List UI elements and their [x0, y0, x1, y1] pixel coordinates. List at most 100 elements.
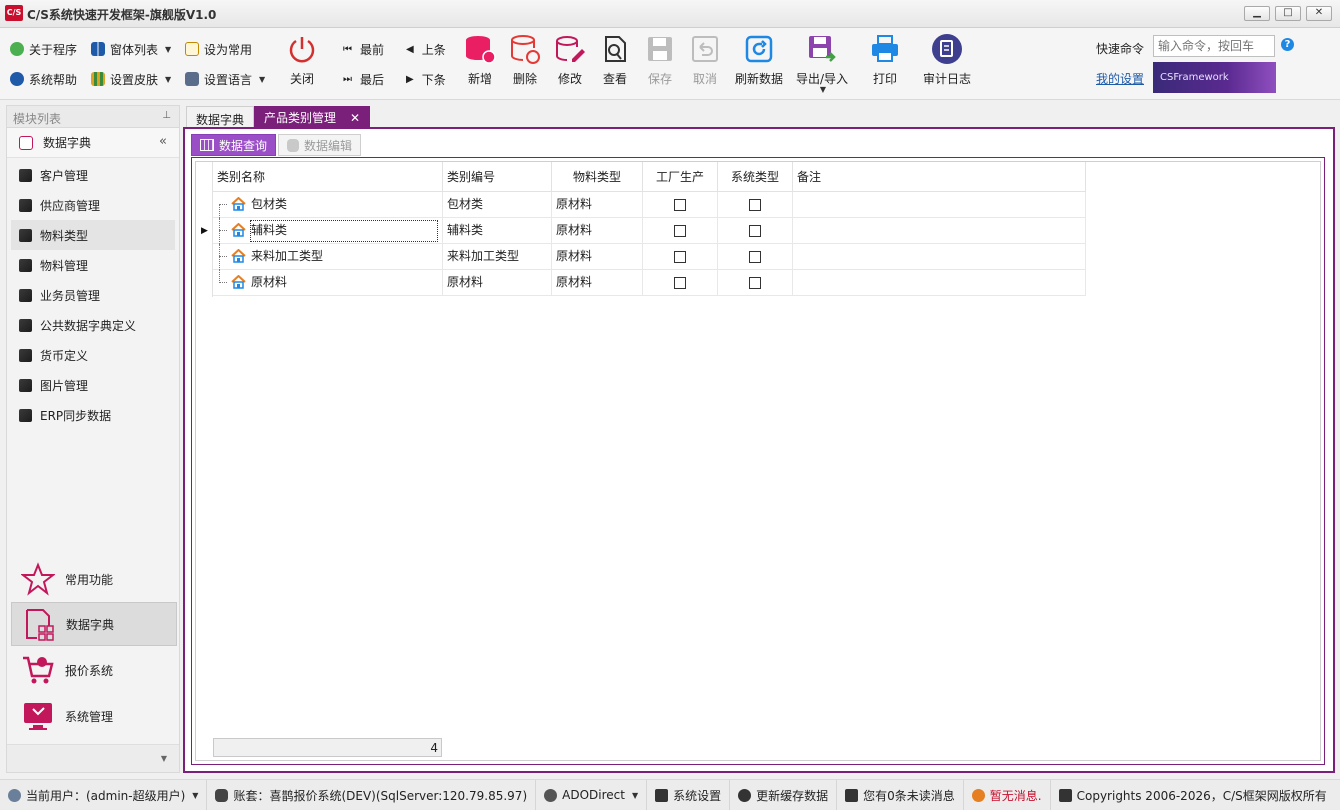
nav-common-functions[interactable]: 常用功能 [11, 557, 177, 601]
last-record-button[interactable]: ⏭ 最后 [343, 69, 384, 89]
cell-factory[interactable] [643, 244, 718, 270]
sidebar-item-public-dictionary[interactable]: 公共数据字典定义 [7, 310, 179, 340]
my-settings-link[interactable]: 我的设置 [1096, 70, 1144, 87]
tab-data-edit[interactable]: 数据编辑 [278, 134, 362, 156]
cell-remark[interactable] [793, 192, 1086, 218]
nav-label: 系统管理 [65, 709, 114, 724]
cell-remark[interactable] [793, 270, 1086, 296]
cell-system-type[interactable] [718, 270, 793, 296]
status-system-settings[interactable]: 系统设置 [647, 779, 731, 810]
sidebar-item-erp-sync[interactable]: ERP同步数据 [7, 400, 179, 430]
prev-record-button[interactable]: ◀ 上条 [406, 39, 446, 59]
table-row[interactable]: 辅料类 辅料类 原材料 [213, 218, 1086, 244]
cell-material-type[interactable]: 原材料 [552, 244, 643, 270]
status-unread-messages[interactable]: 您有0条未读消息 [837, 779, 964, 810]
close-window-button[interactable]: ✕ [1306, 6, 1332, 21]
sidebar-item-currency[interactable]: 货币定义 [7, 340, 179, 370]
close-button[interactable]: 关闭 [274, 30, 330, 92]
status-update-cache[interactable]: 更新缓存数据 [730, 779, 838, 810]
export-import-button[interactable]: 导出/导入 ▼ [792, 30, 852, 94]
collapse-icon[interactable]: « [159, 134, 167, 149]
cancel-button[interactable]: 取消 [677, 30, 733, 92]
column-header-factory[interactable]: 工厂生产 [643, 162, 718, 192]
status-current-user[interactable]: 当前用户：(admin-超级用户) ▼ [0, 779, 208, 810]
factory-checkbox[interactable] [674, 276, 686, 289]
column-header-code[interactable]: 类别编号 [443, 162, 552, 192]
set-language-button[interactable]: 设置语言 ▼ [185, 69, 265, 89]
next-record-button[interactable]: ▶ 下条 [406, 69, 446, 89]
system-type-checkbox[interactable] [749, 198, 761, 211]
tab-data-query[interactable]: 数据查询 [191, 134, 277, 156]
factory-checkbox[interactable] [674, 250, 686, 263]
cell-code[interactable]: 来料加工类型 [443, 244, 552, 270]
sidebar-item-suppliers[interactable]: 供应商管理 [7, 190, 179, 220]
nav-system-management[interactable]: 系统管理 [11, 694, 177, 738]
sidebar-item-salespeople[interactable]: 业务员管理 [7, 280, 179, 310]
system-help-button[interactable]: 系统帮助 [10, 69, 77, 89]
print-button[interactable]: 打印 [857, 30, 913, 92]
column-header-material-type[interactable]: 物料类型 [552, 162, 643, 192]
system-type-checkbox[interactable] [749, 276, 761, 289]
table-row[interactable]: 原材料 原材料 原材料 [213, 270, 1086, 296]
cell-name[interactable]: 辅料类 [213, 218, 443, 244]
column-header-name[interactable]: 类别名称 [213, 162, 443, 192]
users-icon [8, 788, 21, 802]
cell-name[interactable]: 包材类 [213, 192, 443, 218]
about-button[interactable]: 关于程序 [10, 39, 77, 59]
close-icon[interactable]: ✕ [350, 111, 360, 125]
window-title: C/S系统快速开发框架-旗舰版V1.0 [27, 8, 217, 22]
first-record-button[interactable]: ⏮ 最前 [343, 39, 384, 59]
table-row[interactable]: 包材类 包材类 原材料 [213, 192, 1086, 218]
sidebar-item-images[interactable]: 图片管理 [7, 370, 179, 400]
quick-command-input[interactable] [1153, 35, 1275, 57]
cell-system-type[interactable] [718, 192, 793, 218]
group-header[interactable]: 数据字典 « [7, 128, 179, 158]
maximize-button[interactable]: □ [1275, 6, 1301, 21]
set-common-button[interactable]: 设为常用 [185, 39, 252, 59]
set-skin-button[interactable]: 设置皮肤 ▼ [91, 69, 171, 89]
tab-data-dictionary[interactable]: 数据字典 [186, 106, 255, 128]
cell-material-type[interactable]: 原材料 [552, 218, 643, 244]
cell-name[interactable]: 来料加工类型 [213, 244, 443, 270]
document-search-icon [598, 32, 632, 66]
column-header-system-type[interactable]: 系统类型 [718, 162, 793, 192]
system-type-checkbox[interactable] [749, 250, 761, 263]
column-header-remark[interactable]: 备注 [793, 162, 1086, 192]
cell-system-type[interactable] [718, 218, 793, 244]
audit-log-button[interactable]: 审计日志 [918, 30, 976, 92]
cell-factory[interactable] [643, 192, 718, 218]
cell-remark[interactable] [793, 218, 1086, 244]
window-list-button[interactable]: 窗体列表 ▼ [91, 39, 171, 59]
cell-name[interactable]: 原材料 [213, 270, 443, 296]
help-icon[interactable]: ? [1281, 38, 1294, 51]
cell-remark[interactable] [793, 244, 1086, 270]
sidebar-item-customers[interactable]: 客户管理 [7, 160, 179, 190]
mail-icon [845, 788, 859, 802]
status-no-message[interactable]: 暂无消息. [964, 779, 1051, 810]
cell-factory[interactable] [643, 270, 718, 296]
sidebar-more[interactable]: ▼ [7, 744, 179, 772]
system-type-checkbox[interactable] [749, 224, 761, 237]
minimize-button[interactable]: ▁ [1244, 6, 1270, 21]
nav-quote-system[interactable]: 报价系统 [11, 648, 177, 692]
tab-product-category[interactable]: 产品类别管理 ✕ [254, 106, 371, 128]
cube-icon [19, 408, 32, 422]
cell-code[interactable]: 原材料 [443, 270, 552, 296]
sidebar-item-material-types[interactable]: 物料类型 [11, 220, 175, 250]
sidebar-item-materials[interactable]: 物料管理 [7, 250, 179, 280]
cell-code[interactable]: 包材类 [443, 192, 552, 218]
cell-factory[interactable] [643, 218, 718, 244]
tree-grid[interactable]: ▶ 类别名称 类别编号 物料类型 工厂生产 系统类型 备注 包材类 包材类 原材… [195, 161, 1321, 761]
cell-code[interactable]: 辅料类 [443, 218, 552, 244]
cell-material-type[interactable]: 原材料 [552, 192, 643, 218]
nav-data-dictionary[interactable]: 数据字典 [11, 602, 177, 646]
table-row[interactable]: 来料加工类型 来料加工类型 原材料 [213, 244, 1086, 270]
factory-checkbox[interactable] [674, 224, 686, 237]
cell-material-type[interactable]: 原材料 [552, 270, 643, 296]
pin-icon[interactable]: ⊥ [162, 110, 171, 121]
tree-line [219, 204, 227, 205]
factory-checkbox[interactable] [674, 198, 686, 211]
cell-system-type[interactable] [718, 244, 793, 270]
refresh-button[interactable]: 刷新数据 [731, 30, 787, 92]
status-connection[interactable]: ADODirect ▼ [536, 779, 648, 810]
